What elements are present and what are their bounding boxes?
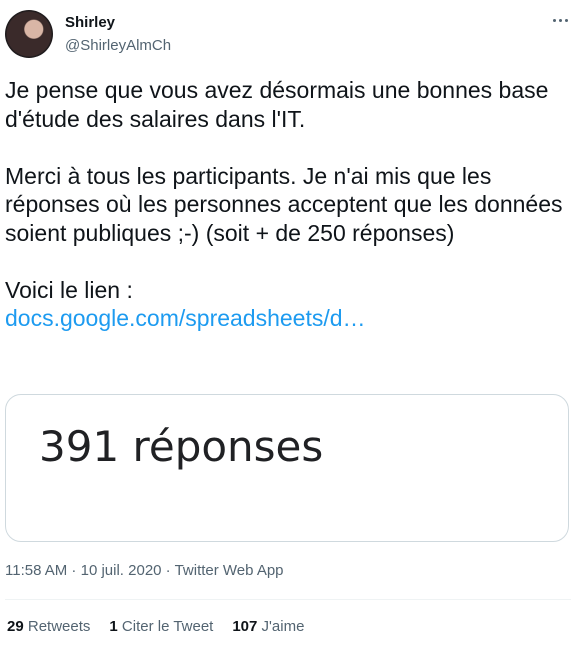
quotes-label: Citer le Tweet: [121, 618, 214, 635]
tweet-text: Je pense que vous avez désormais une bon…: [5, 77, 563, 303]
likes-count: 107: [232, 618, 258, 635]
tweet-meta: 11:58 AM · 10 juil. 2020 · Twitter Web A…: [5, 562, 284, 579]
divider: [5, 599, 571, 600]
retweets-count: 29: [7, 618, 24, 635]
tweet-stats: 29 Retweets 1 Citer le Tweet 107 J'aime: [7, 618, 304, 635]
meta-separator: ·: [161, 562, 175, 579]
meta-separator: ·: [67, 562, 81, 579]
tweet-source[interactable]: Twitter Web App: [175, 562, 284, 579]
tweet-link[interactable]: docs.google.com/spreadsheets/d…: [5, 305, 366, 331]
link-preview-card[interactable]: 391 réponses: [5, 394, 569, 542]
avatar[interactable]: [5, 10, 53, 58]
tweet-time[interactable]: 11:58 AM: [5, 562, 67, 579]
likes-label: J'aime: [261, 618, 305, 635]
tweet-header: Shirley @ShirleyAlmCh: [0, 0, 581, 70]
tweet-date[interactable]: 10 juil. 2020: [81, 562, 162, 579]
more-horizontal-icon[interactable]: [549, 9, 571, 31]
quotes-count: 1: [109, 618, 118, 635]
quotes-stat[interactable]: 1 Citer le Tweet: [109, 618, 213, 635]
retweets-label: Retweets: [27, 618, 91, 635]
author-handle[interactable]: @ShirleyAlmCh: [65, 37, 171, 54]
author-name[interactable]: Shirley: [65, 14, 115, 31]
likes-stat[interactable]: 107 J'aime: [232, 618, 304, 635]
tweet-body: Je pense que vous avez désormais une bon…: [5, 76, 565, 333]
retweets-stat[interactable]: 29 Retweets: [7, 618, 90, 635]
card-headline: 391 réponses: [39, 422, 324, 471]
